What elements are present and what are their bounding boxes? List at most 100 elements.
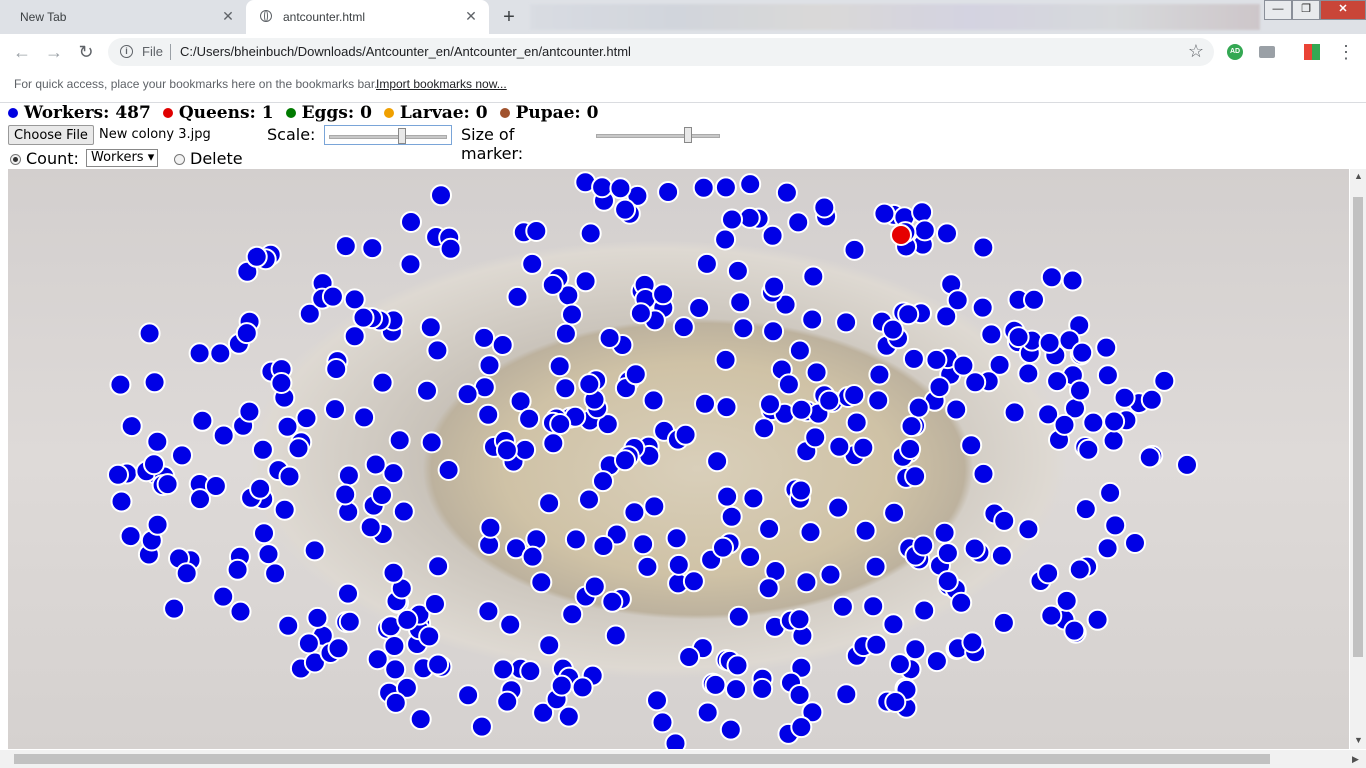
worker-marker[interactable]	[392, 500, 415, 523]
worker-marker[interactable]	[1082, 411, 1105, 434]
worker-marker[interactable]	[642, 389, 665, 412]
worker-marker[interactable]	[418, 625, 441, 648]
worker-marker[interactable]	[427, 555, 450, 578]
worker-marker[interactable]	[715, 396, 738, 419]
worker-marker[interactable]	[521, 545, 544, 568]
worker-marker[interactable]	[591, 176, 614, 199]
worker-marker[interactable]	[762, 320, 785, 343]
worker-marker[interactable]	[1037, 562, 1060, 585]
worker-marker[interactable]	[229, 600, 252, 623]
worker-marker[interactable]	[1007, 326, 1030, 349]
worker-marker[interactable]	[107, 463, 129, 486]
worker-marker[interactable]	[359, 516, 382, 539]
worker-marker[interactable]	[1074, 498, 1097, 521]
worker-marker[interactable]	[623, 501, 646, 524]
worker-marker[interactable]	[913, 219, 936, 242]
worker-marker[interactable]	[119, 525, 142, 548]
worker-marker[interactable]	[209, 342, 232, 365]
close-tab-icon[interactable]: ✕	[220, 8, 236, 25]
worker-marker[interactable]	[251, 438, 274, 461]
scroll-down-icon[interactable]: ▼	[1354, 735, 1363, 745]
worker-marker[interactable]	[1096, 364, 1119, 387]
worker-marker[interactable]	[334, 483, 357, 506]
worker-marker[interactable]	[1077, 438, 1100, 461]
worker-marker[interactable]	[371, 484, 393, 506]
worker-marker[interactable]	[928, 376, 951, 399]
horizontal-scroll-thumb[interactable]	[14, 754, 1270, 764]
worker-marker[interactable]	[714, 176, 737, 199]
worker-marker[interactable]	[1096, 537, 1119, 560]
worker-marker[interactable]	[120, 415, 143, 438]
worker-marker[interactable]	[430, 184, 452, 207]
import-bookmarks-link[interactable]: Import bookmarks now...	[376, 77, 507, 91]
worker-marker[interactable]	[818, 389, 841, 412]
worker-marker[interactable]	[427, 653, 450, 676]
worker-marker[interactable]	[338, 610, 361, 633]
worker-marker[interactable]	[382, 561, 405, 584]
worker-marker[interactable]	[694, 392, 716, 415]
worker-marker[interactable]	[960, 434, 983, 457]
worker-marker[interactable]	[664, 732, 687, 749]
worker-marker[interactable]	[238, 400, 261, 423]
worker-marker[interactable]	[726, 259, 749, 282]
worker-marker[interactable]	[396, 608, 419, 631]
worker-marker[interactable]	[972, 236, 995, 259]
worker-marker[interactable]	[473, 326, 496, 349]
worker-marker[interactable]	[777, 373, 800, 396]
worker-marker[interactable]	[470, 715, 493, 738]
worker-marker[interactable]	[583, 575, 606, 598]
worker-marker[interactable]	[971, 296, 994, 319]
worker-marker[interactable]	[1138, 446, 1161, 469]
worker-marker[interactable]	[726, 654, 749, 677]
worker-marker[interactable]	[171, 444, 193, 467]
marker-size-slider[interactable]	[592, 125, 724, 145]
worker-marker[interactable]	[400, 211, 422, 233]
worker-marker[interactable]	[477, 403, 500, 426]
worker-marker[interactable]	[549, 413, 572, 435]
worker-marker[interactable]	[884, 691, 907, 713]
worker-marker[interactable]	[1017, 362, 1040, 385]
worker-marker[interactable]	[204, 475, 227, 497]
worker-marker[interactable]	[499, 613, 522, 636]
worker-marker[interactable]	[950, 591, 973, 614]
worker-marker[interactable]	[1099, 481, 1122, 504]
worker-marker[interactable]	[1023, 288, 1045, 311]
worker-marker[interactable]	[652, 283, 675, 306]
worker-marker[interactable]	[813, 196, 836, 219]
worker-marker[interactable]	[1071, 341, 1094, 364]
address-bar[interactable]: i File C:/Users/bheinbuch/Downloads/Antc…	[108, 38, 1214, 66]
worker-marker[interactable]	[245, 245, 268, 268]
worker-marker[interactable]	[946, 289, 969, 312]
worker-marker[interactable]	[353, 406, 376, 429]
worker-marker[interactable]	[426, 339, 449, 362]
worker-marker[interactable]	[598, 327, 621, 349]
worker-marker[interactable]	[990, 544, 1013, 567]
worker-marker[interactable]	[424, 593, 446, 615]
worker-marker[interactable]	[542, 432, 565, 455]
worker-marker[interactable]	[835, 683, 858, 706]
worker-marker[interactable]	[643, 495, 666, 518]
adguard-extension-icon[interactable]: AD	[1227, 44, 1243, 60]
worker-marker[interactable]	[506, 285, 529, 308]
worker-marker[interactable]	[416, 379, 438, 402]
worker-marker[interactable]	[678, 646, 701, 668]
extension-grid-icon[interactable]	[1304, 44, 1320, 60]
worker-marker[interactable]	[495, 439, 518, 462]
worker-marker[interactable]	[852, 436, 875, 459]
worker-marker[interactable]	[936, 542, 959, 565]
tab-new-tab[interactable]: New Tab ✕	[0, 0, 246, 34]
worker-marker[interactable]	[557, 705, 580, 728]
slider-thumb[interactable]	[684, 127, 692, 143]
worker-marker[interactable]	[868, 363, 891, 386]
worker-marker[interactable]	[409, 708, 432, 731]
worker-marker[interactable]	[146, 513, 169, 536]
worker-marker[interactable]	[721, 208, 743, 231]
worker-marker[interactable]	[578, 488, 600, 511]
worker-marker[interactable]	[867, 389, 890, 412]
worker-marker[interactable]	[1140, 388, 1163, 411]
worker-marker[interactable]	[1040, 266, 1063, 289]
worker-marker[interactable]	[492, 658, 515, 681]
worker-marker[interactable]	[727, 605, 750, 628]
worker-marker[interactable]	[212, 424, 235, 447]
worker-marker[interactable]	[561, 303, 583, 326]
